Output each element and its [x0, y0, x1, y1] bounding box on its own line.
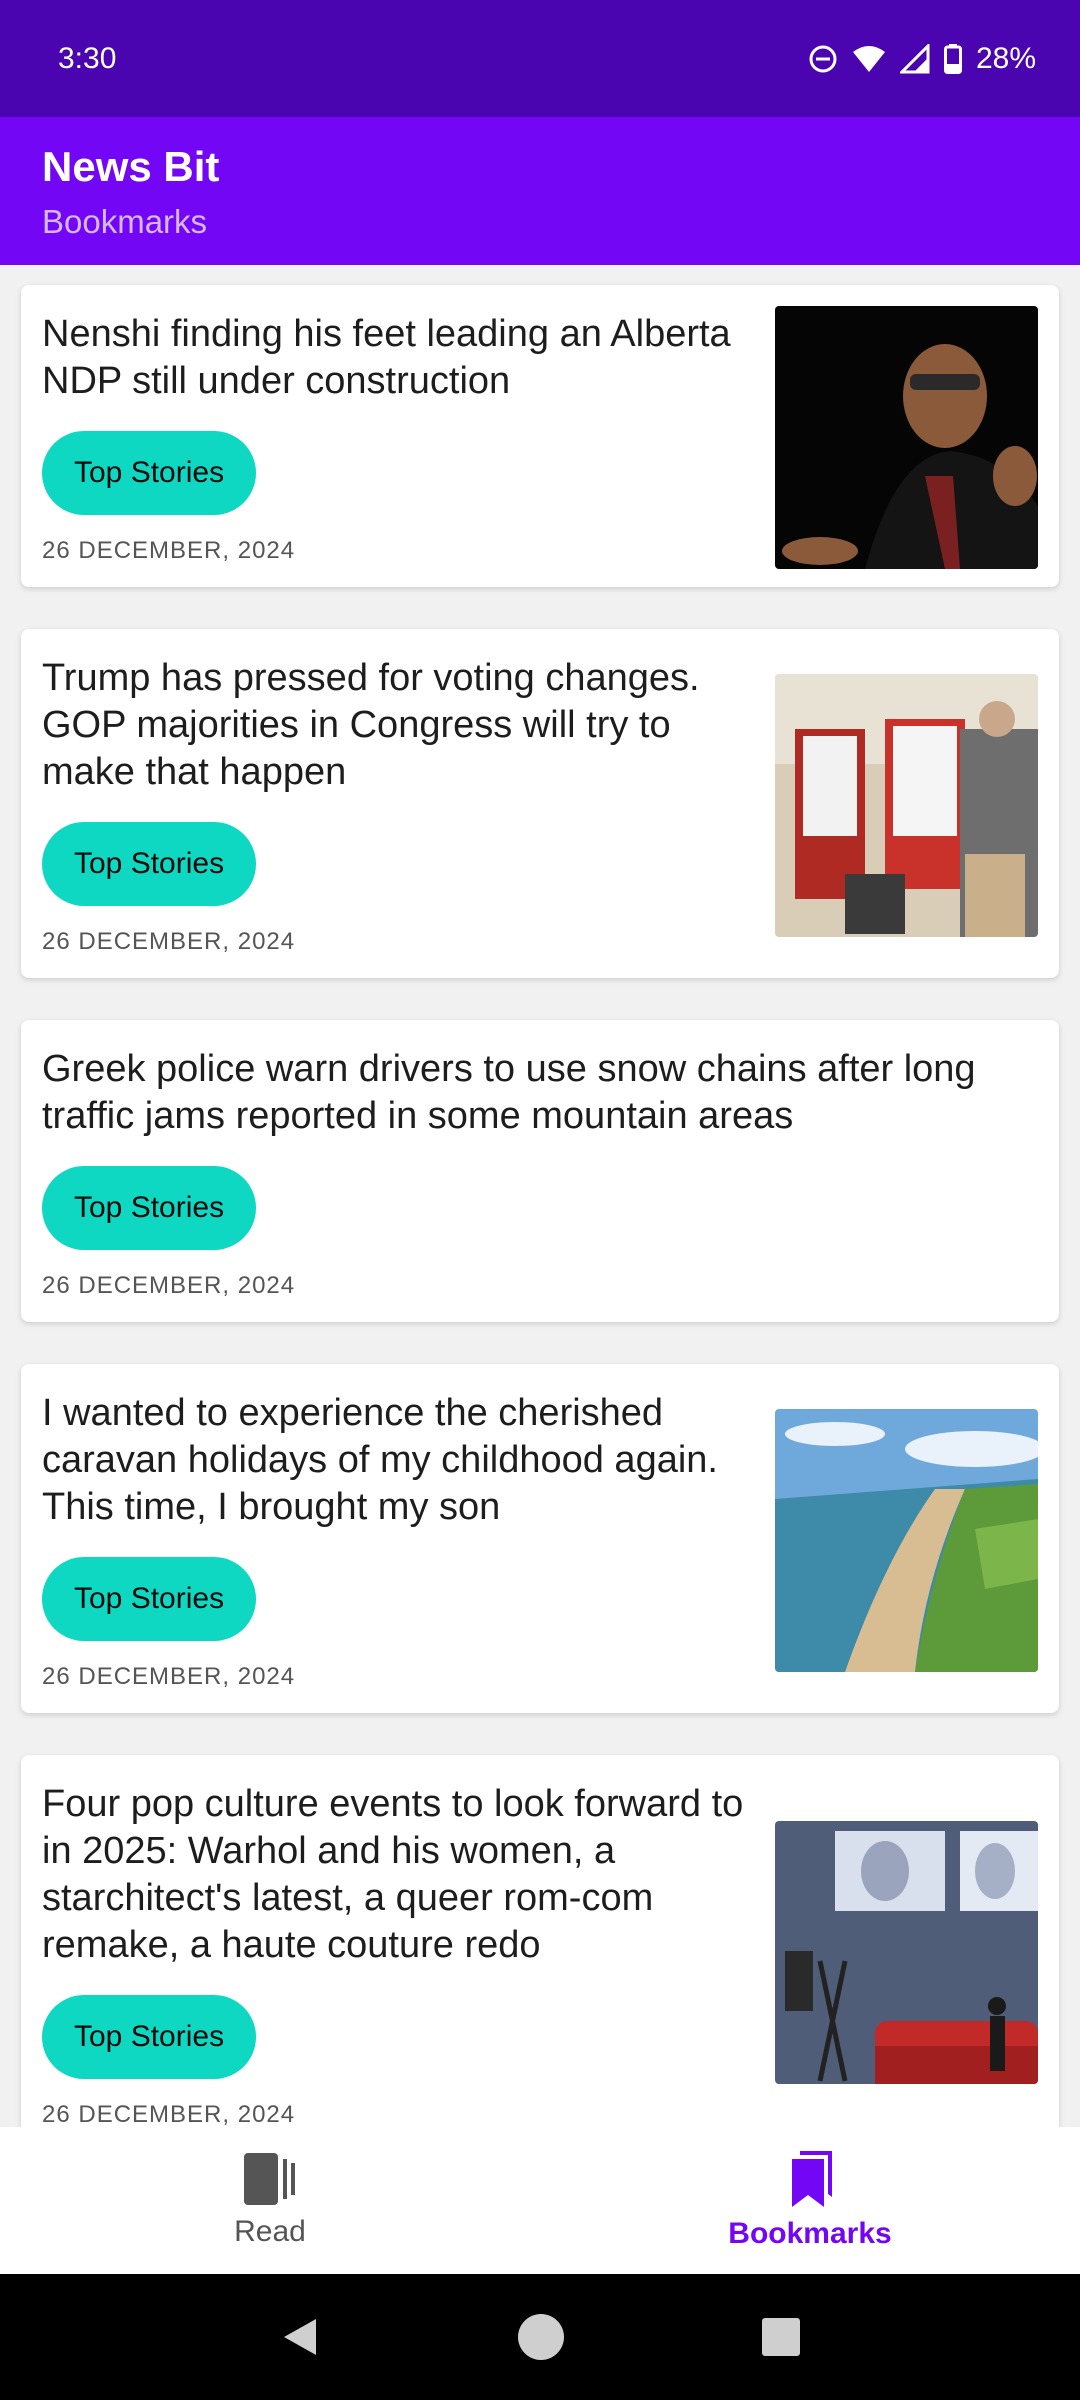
category-chip[interactable]: Top Stories: [42, 822, 257, 906]
wifi-icon: [852, 45, 885, 72]
app-bar: News Bit Bookmarks: [0, 117, 1080, 265]
back-icon[interactable]: [278, 2315, 322, 2359]
do-not-disturb-icon: [809, 45, 837, 72]
app-title: News Bit: [42, 143, 220, 190]
article-title: Trump has pressed for voting changes. GO…: [42, 657, 700, 793]
article-card[interactable]: I wanted to experience the cherished car…: [21, 1364, 1059, 1713]
article-title: Four pop culture events to look forward …: [42, 1783, 744, 1966]
app-subtitle: Bookmarks: [42, 203, 208, 240]
category-chip[interactable]: Top Stories: [42, 1557, 257, 1641]
read-icon: [244, 2152, 295, 2205]
battery-icon: [943, 43, 962, 74]
article-image: [775, 674, 1038, 937]
category-chip[interactable]: Top Stories: [42, 1166, 257, 1250]
article-date: 26 DECEMBER, 2024: [42, 928, 296, 955]
bookmarks-feed[interactable]: Nenshi finding his feet leading an Alber…: [0, 265, 1080, 2127]
signal-icon: [899, 43, 930, 73]
home-icon[interactable]: [517, 2313, 565, 2361]
system-navigation-bar: [0, 2274, 1080, 2400]
article-title: Greek police warn drivers to use snow ch…: [42, 1048, 976, 1137]
article-date: 26 DECEMBER, 2024: [42, 1272, 296, 1299]
nav-read-label: Read: [234, 2214, 306, 2248]
category-chip[interactable]: Top Stories: [42, 431, 257, 515]
status-time: 3:30: [58, 41, 117, 75]
article-image: [775, 1821, 1038, 2084]
article-card[interactable]: Trump has pressed for voting changes. GO…: [21, 629, 1059, 978]
status-icons: 28%: [808, 42, 1036, 76]
recents-icon[interactable]: [760, 2316, 802, 2358]
nav-bookmarks[interactable]: Bookmarks: [540, 2127, 1080, 2274]
status-bar: 3:30 28%: [0, 0, 1080, 117]
battery-percent: 28%: [975, 41, 1036, 75]
article-title: Nenshi finding his feet leading an Alber…: [42, 313, 731, 402]
article-image: [775, 1409, 1038, 1672]
bookmarks-icon: [792, 2150, 832, 2207]
nav-read[interactable]: Read: [0, 2127, 540, 2274]
article-card[interactable]: Nenshi finding his feet leading an Alber…: [21, 285, 1059, 587]
article-image: [775, 306, 1038, 569]
nav-bookmarks-label: Bookmarks: [728, 2216, 892, 2250]
article-date: 26 DECEMBER, 2024: [42, 2101, 296, 2127]
article-card[interactable]: Four pop culture events to look forward …: [21, 1755, 1059, 2127]
category-chip[interactable]: Top Stories: [42, 1995, 257, 2079]
article-date: 26 DECEMBER, 2024: [42, 537, 296, 564]
article-date: 26 DECEMBER, 2024: [42, 1663, 296, 1690]
bottom-navigation: Read Bookmarks: [0, 2127, 1080, 2274]
article-card[interactable]: Greek police warn drivers to use snow ch…: [21, 1020, 1059, 1322]
article-title: I wanted to experience the cherished car…: [42, 1392, 718, 1528]
